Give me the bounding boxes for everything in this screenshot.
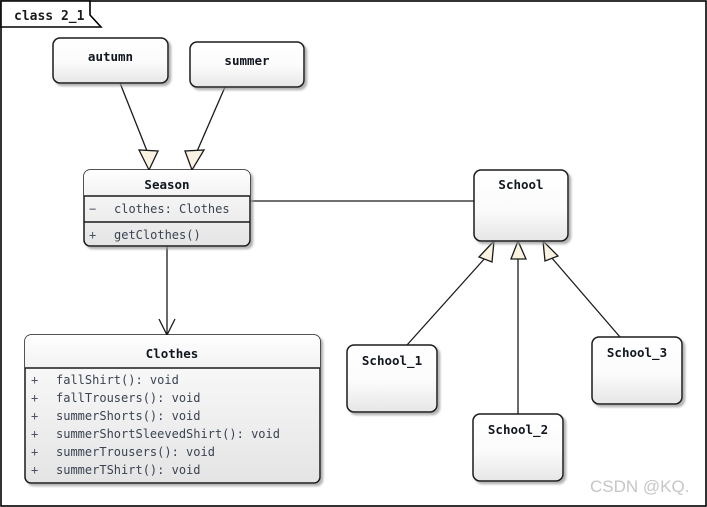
diagram-canvas: class 2_1 autumn summer Season − clothes…: [0, 0, 707, 507]
clothes-m5-text: summerTShirt(): void: [56, 463, 201, 477]
node-clothes[interactable]: Clothes + fallShirt(): void + fallTrouse…: [24, 334, 321, 484]
node-summer-label: summer: [224, 53, 270, 68]
season-attr-text: clothes: Clothes: [114, 202, 230, 216]
node-school-2-label: School_2: [488, 422, 548, 438]
clothes-m4-visibility: +: [31, 445, 38, 459]
node-school[interactable]: School: [473, 169, 569, 242]
node-season[interactable]: Season − clothes: Clothes + getClothes(): [83, 169, 251, 247]
watermark: CSDN @KQ.: [590, 477, 689, 496]
clothes-m0-text: fallShirt(): void: [56, 373, 179, 387]
season-attr-visibility: −: [89, 202, 96, 216]
node-school-3-label: School_3: [607, 345, 667, 361]
clothes-m1-text: fallTrousers(): void: [56, 391, 201, 405]
node-summer[interactable]: summer: [189, 41, 305, 88]
clothes-m3-visibility: +: [31, 427, 38, 441]
node-season-title: Season: [144, 177, 189, 192]
node-clothes-title: Clothes: [146, 346, 199, 361]
clothes-m3-text: summerShortSleevedShirt(): void: [56, 427, 280, 441]
clothes-m0-visibility: +: [31, 373, 38, 387]
frame-tab-label: class 2_1: [14, 9, 85, 24]
node-school-label: School: [498, 177, 543, 192]
node-autumn[interactable]: autumn: [52, 37, 169, 84]
clothes-m2-visibility: +: [31, 409, 38, 423]
clothes-m2-text: summerShorts(): void: [56, 409, 201, 423]
clothes-m1-visibility: +: [31, 391, 38, 405]
node-school-2[interactable]: School_2: [472, 413, 564, 482]
season-method-text: getClothes(): [114, 228, 201, 242]
node-school-1-label: School_1: [362, 353, 422, 369]
node-school-1[interactable]: School_1: [346, 344, 438, 413]
uml-class-diagram: class 2_1 autumn summer Season − clothes…: [0, 0, 707, 507]
clothes-m4-text: summerTrousers(): void: [56, 445, 215, 459]
season-method-visibility: +: [89, 228, 96, 242]
node-school-3[interactable]: School_3: [591, 336, 683, 405]
node-autumn-label: autumn: [88, 49, 133, 64]
clothes-m5-visibility: +: [31, 463, 38, 477]
